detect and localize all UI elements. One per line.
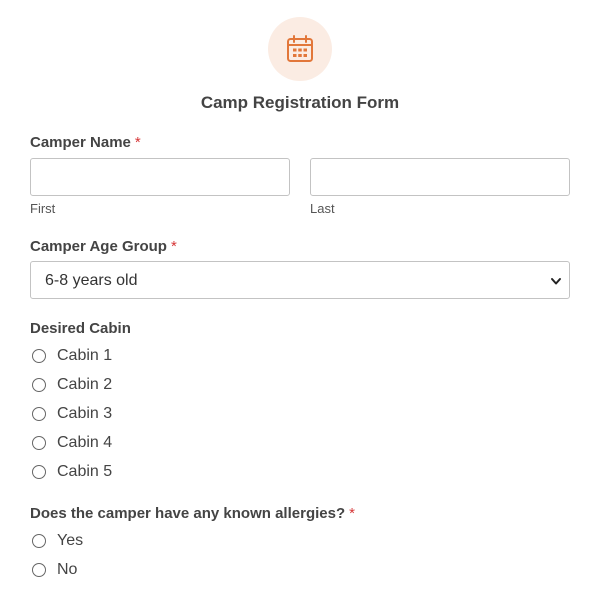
calendar-icon xyxy=(287,35,313,62)
cabin-option-2[interactable]: Cabin 2 xyxy=(32,374,112,396)
camper-name-label: Camper Name * xyxy=(30,133,141,153)
age-group-label: Camper Age Group * xyxy=(30,237,177,257)
camp-registration-form: Camp Registration Form Camper Name * Firs… xyxy=(0,0,600,600)
required-marker: * xyxy=(170,238,177,255)
cabin-option-4[interactable]: Cabin 4 xyxy=(32,432,112,454)
first-name-sublabel: First xyxy=(30,201,56,216)
desired-cabin-label: Desired Cabin xyxy=(30,319,131,339)
cabin-option-5[interactable]: Cabin 5 xyxy=(32,461,112,483)
radio-button[interactable] xyxy=(32,465,46,479)
allergies-option-no[interactable]: No xyxy=(32,559,77,581)
cabin-option-3[interactable]: Cabin 3 xyxy=(32,403,112,425)
required-marker: * xyxy=(134,134,141,151)
cabin-option-label: Cabin 1 xyxy=(57,347,113,364)
first-name-input[interactable] xyxy=(30,158,290,196)
chevron-down-icon xyxy=(551,278,561,285)
cabin-option-1[interactable]: Cabin 1 xyxy=(32,345,112,367)
radio-button[interactable] xyxy=(32,349,46,363)
allergies-label: Does the camper have any known allergies… xyxy=(30,504,355,524)
age-group-label-text: Camper Age Group xyxy=(30,238,167,255)
allergies-option-label: Yes xyxy=(57,532,84,549)
allergies-option-yes[interactable]: Yes xyxy=(32,530,83,552)
camper-name-label-text: Camper Name xyxy=(30,134,131,151)
age-group-selected-value: 6-8 years old xyxy=(45,272,138,289)
allergies-option-label: No xyxy=(57,561,78,578)
radio-button[interactable] xyxy=(32,436,46,450)
cabin-option-label: Cabin 2 xyxy=(57,376,113,393)
radio-button[interactable] xyxy=(32,534,46,548)
radio-button[interactable] xyxy=(32,407,46,421)
desired-cabin-label-text: Desired Cabin xyxy=(30,320,131,337)
form-icon-badge xyxy=(268,17,332,81)
cabin-option-label: Cabin 5 xyxy=(57,463,113,480)
cabin-option-label: Cabin 3 xyxy=(57,405,113,422)
allergies-label-text: Does the camper have any known allergies… xyxy=(30,505,346,522)
age-group-select[interactable]: 6-8 years old xyxy=(30,261,570,299)
last-name-input[interactable] xyxy=(310,158,570,196)
last-name-sublabel: Last xyxy=(310,201,335,216)
radio-button[interactable] xyxy=(32,378,46,392)
radio-button[interactable] xyxy=(32,563,46,577)
required-marker: * xyxy=(349,505,355,522)
cabin-option-label: Cabin 4 xyxy=(57,434,113,451)
form-title: Camp Registration Form xyxy=(200,93,400,112)
